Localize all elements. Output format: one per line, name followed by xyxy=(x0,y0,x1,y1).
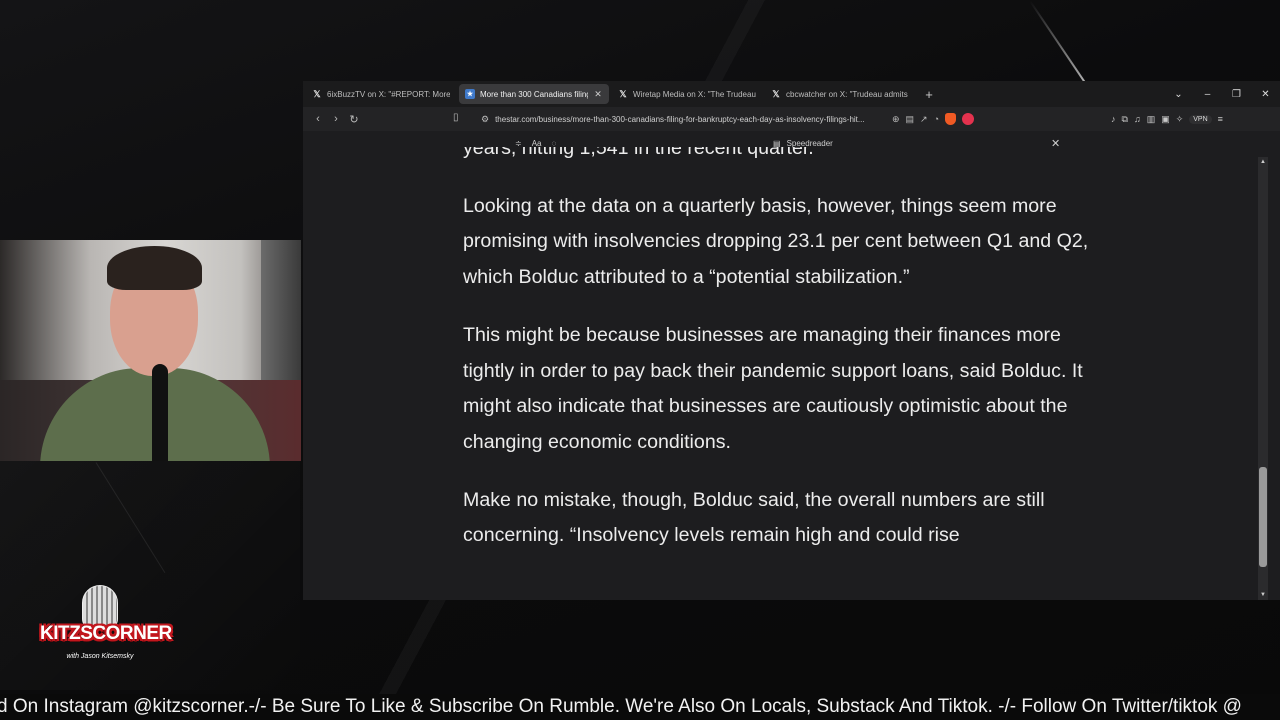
article-paragraph: Make no mistake, though, Bolduc said, th… xyxy=(463,488,1045,547)
close-window-button[interactable]: ✕ xyxy=(1251,89,1280,100)
tab-label: Wiretap Media on X: "The Trudeau G xyxy=(633,89,756,99)
browser-window: 𝕏 6ixBuzzTV on X: "#REPORT: More th ★ Mo… xyxy=(303,81,1280,600)
article-paragraph: years, hitting 1,541 in the recent quart… xyxy=(463,147,814,159)
tab-label: cbcwatcher on X: "Trudeau admits xyxy=(786,89,908,99)
navigation-toolbar: ‹ › ↻ ▯ ⚙ thestar.com/business/more-than… xyxy=(303,107,1280,131)
brave-rewards-icon[interactable] xyxy=(962,113,974,125)
x-logo-icon: 𝕏 xyxy=(619,88,627,99)
tab-label: More than 300 Canadians filing xyxy=(480,89,588,99)
tab-cbcwatcher[interactable]: 𝕏 cbcwatcher on X: "Trudeau admits xyxy=(765,84,915,104)
x-logo-icon: 𝕏 xyxy=(772,88,780,99)
scroll-thumb[interactable] xyxy=(1259,467,1267,567)
url-text[interactable]: thestar.com/business/more-than-300-canad… xyxy=(495,115,886,124)
address-bar[interactable]: ⚙ thestar.com/business/more-than-300-can… xyxy=(475,110,980,128)
forward-button[interactable]: › xyxy=(327,113,345,125)
article-body: years, hitting 1,541 in the recent quart… xyxy=(463,147,1103,600)
news-ticker: d On Instagram @kitzscorner.-/- Be Sure … xyxy=(0,694,1280,720)
extensions-area: ♪ ⧉ ♫ ▥ ▣ ✧ VPN ≡ xyxy=(1111,107,1223,131)
menu-icon[interactable]: ≡ xyxy=(1218,114,1223,124)
tab-wiretap-media[interactable]: 𝕏 Wiretap Media on X: "The Trudeau G xyxy=(612,84,762,104)
logo-title: KITZSCORNER xyxy=(40,623,172,644)
window-controls: ⌄ – ❐ ✕ xyxy=(1164,81,1280,107)
tab-thestar-article[interactable]: ★ More than 300 Canadians filing ✕ xyxy=(459,84,609,104)
article-paragraph: This might be because businesses are man… xyxy=(463,323,1083,453)
vpn-button[interactable]: VPN xyxy=(1189,114,1212,124)
sidebar-icon[interactable]: ▥ xyxy=(1147,114,1156,125)
rss-icon[interactable]: ◔ xyxy=(934,114,939,124)
x-logo-icon: 𝕏 xyxy=(313,88,321,99)
close-tab-icon[interactable]: ✕ xyxy=(593,89,603,100)
reload-button[interactable]: ↻ xyxy=(345,113,363,126)
ticker-text: d On Instagram @kitzscorner.-/- Be Sure … xyxy=(0,696,1242,717)
tab-6ixbuzztv[interactable]: 𝕏 6ixBuzzTV on X: "#REPORT: More th xyxy=(306,84,456,104)
scrollbar[interactable]: ▲ ▼ xyxy=(1258,157,1268,600)
minimize-button[interactable]: – xyxy=(1193,89,1222,100)
media-icon[interactable]: ♫ xyxy=(1134,114,1141,124)
wallet-icon[interactable]: ▣ xyxy=(1161,114,1170,125)
zoom-icon[interactable]: ⊕ xyxy=(892,114,900,125)
webcam-feed xyxy=(0,240,301,461)
reader-mode-icon[interactable]: ▤ xyxy=(906,114,915,125)
tab-bar: 𝕏 6ixBuzzTV on X: "#REPORT: More th ★ Mo… xyxy=(303,81,1280,107)
tab-label: 6ixBuzzTV on X: "#REPORT: More th xyxy=(327,89,450,99)
star-favicon-icon: ★ xyxy=(465,89,475,99)
article-paragraph: Looking at the data on a quarterly basis… xyxy=(463,194,1089,289)
logo-subtitle: with Jason Kitsemsky xyxy=(66,653,134,660)
back-button[interactable]: ‹ xyxy=(309,113,327,125)
audio-icon[interactable]: ♪ xyxy=(1111,114,1116,124)
channel-logo: KITZSCORNER with Jason Kitsemsky xyxy=(40,585,172,669)
site-info-icon[interactable]: ⚙ xyxy=(481,114,489,125)
extensions-icon[interactable]: ⧉ xyxy=(1122,114,1128,125)
scroll-down-arrow-icon[interactable]: ▼ xyxy=(1258,592,1268,598)
bookmark-icon[interactable]: ▯ xyxy=(453,112,459,123)
restore-button[interactable]: ❐ xyxy=(1222,89,1251,100)
new-tab-button[interactable]: + xyxy=(919,84,939,104)
tab-list-chevron-icon[interactable]: ⌄ xyxy=(1164,89,1193,100)
brave-shield-icon[interactable] xyxy=(945,113,956,125)
leo-icon[interactable]: ✧ xyxy=(1176,114,1184,125)
share-icon[interactable]: ↗ xyxy=(920,114,928,125)
scroll-up-arrow-icon[interactable]: ▲ xyxy=(1258,159,1268,165)
microphone xyxy=(152,364,168,461)
webcam-person-hair xyxy=(107,246,202,290)
